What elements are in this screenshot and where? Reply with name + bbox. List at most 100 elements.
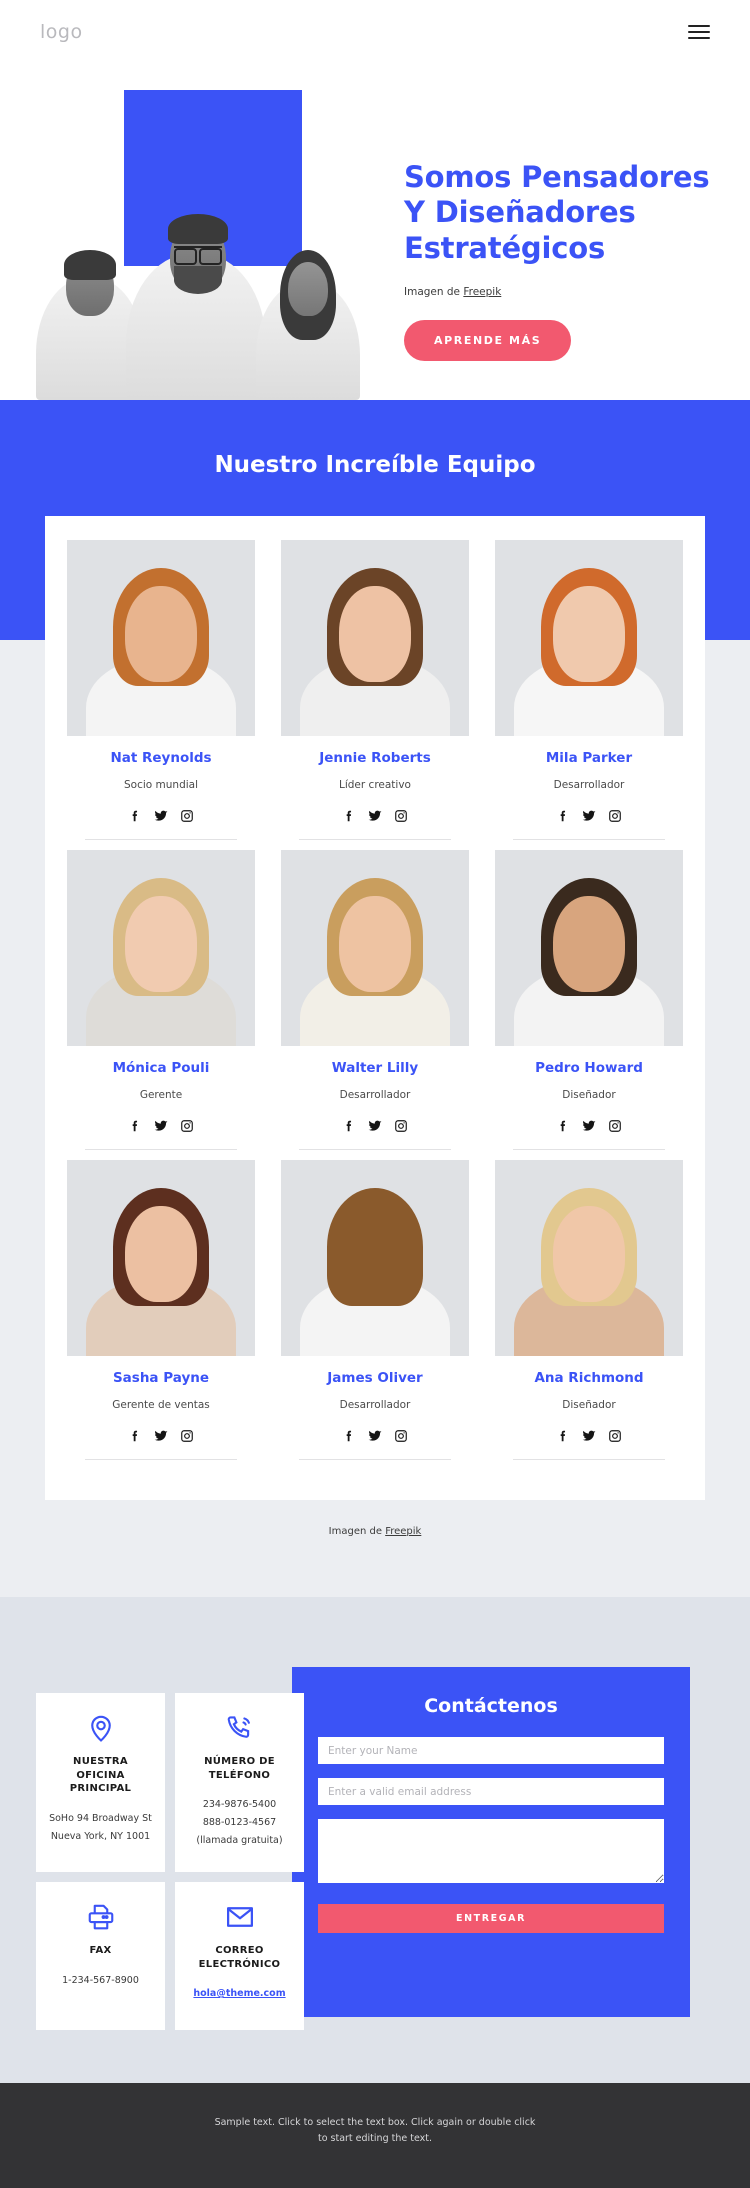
- facebook-icon[interactable]: [128, 1429, 142, 1443]
- member-divider: [299, 1459, 451, 1460]
- burger-line: [688, 25, 710, 27]
- hero-image-credit: Imagen de Freepik: [404, 286, 724, 298]
- team-member-card: Mila Parker Desarrollador: [495, 540, 683, 850]
- contact-info-line: SoHo 94 Broadway St: [49, 1812, 152, 1824]
- member-avatar: [281, 540, 469, 736]
- instagram-icon[interactable]: [608, 1119, 622, 1133]
- credit-link-freepik[interactable]: Freepik: [385, 1526, 421, 1537]
- member-name: James Oliver: [327, 1370, 423, 1386]
- facebook-icon[interactable]: [128, 809, 142, 823]
- twitter-icon[interactable]: [582, 1119, 596, 1133]
- member-divider: [513, 1459, 665, 1460]
- instagram-icon[interactable]: [180, 809, 194, 823]
- avatar-face: [553, 586, 625, 682]
- twitter-icon[interactable]: [582, 1429, 596, 1443]
- member-social-links: [67, 1429, 255, 1443]
- phone-icon: [187, 1713, 292, 1743]
- team-heading: Nuestro Increíble Equipo: [214, 452, 536, 478]
- member-avatar: [495, 1160, 683, 1356]
- member-avatar: [67, 850, 255, 1046]
- team-section: Nuestro Increíble Equipo Nat Reynolds So…: [0, 400, 750, 1597]
- member-name: Ana Richmond: [534, 1370, 644, 1386]
- submit-button[interactable]: ENTREGAR: [318, 1904, 664, 1933]
- member-role: Gerente: [139, 1089, 183, 1101]
- email-input[interactable]: [318, 1778, 664, 1805]
- twitter-icon[interactable]: [154, 809, 168, 823]
- glasses-icon: [174, 246, 222, 265]
- team-image-credit: Imagen de Freepik: [0, 1526, 750, 1537]
- member-avatar: [495, 540, 683, 736]
- logo[interactable]: logo: [40, 21, 83, 43]
- member-divider: [299, 1149, 451, 1150]
- member-divider: [85, 1149, 237, 1150]
- twitter-icon[interactable]: [582, 809, 596, 823]
- contact-info-title: FAX: [89, 1945, 112, 1957]
- contact-info-line: Nueva York, NY 1001: [50, 1830, 151, 1842]
- twitter-icon[interactable]: [368, 1429, 382, 1443]
- name-input[interactable]: [318, 1737, 664, 1764]
- twitter-icon[interactable]: [368, 809, 382, 823]
- team-member-card: Mónica Pouli Gerente: [67, 850, 255, 1160]
- member-role: Desarrollador: [553, 779, 625, 791]
- envelope-icon: [187, 1902, 292, 1932]
- member-name: Walter Lilly: [331, 1060, 419, 1076]
- hamburger-menu-icon[interactable]: [688, 21, 710, 43]
- avatar-face: [339, 896, 411, 992]
- team-member-card: Ana Richmond Diseñador: [495, 1160, 683, 1470]
- contact-info-title: CORREO ELECTRÓNICO: [198, 1945, 281, 1970]
- facebook-icon[interactable]: [342, 1429, 356, 1443]
- person-hair: [64, 250, 116, 280]
- hero-person-right: [256, 204, 360, 400]
- person-hair: [168, 214, 228, 244]
- facebook-icon[interactable]: [342, 809, 356, 823]
- member-social-links: [281, 1429, 469, 1443]
- site-footer: Sample text. Click to select the text bo…: [0, 2083, 750, 2188]
- message-textarea[interactable]: [318, 1819, 664, 1883]
- member-social-links: [281, 809, 469, 823]
- twitter-icon[interactable]: [154, 1429, 168, 1443]
- twitter-icon[interactable]: [368, 1119, 382, 1133]
- facebook-icon[interactable]: [342, 1119, 356, 1133]
- site-header: logo: [0, 0, 750, 64]
- instagram-icon[interactable]: [608, 809, 622, 823]
- credit-link-freepik[interactable]: Freepik: [463, 286, 501, 298]
- member-name: Nat Reynolds: [110, 750, 212, 766]
- facebook-icon[interactable]: [556, 1119, 570, 1133]
- twitter-icon[interactable]: [154, 1119, 168, 1133]
- hero-person-center: [126, 174, 266, 400]
- contact-info-card: NUESTRA OFICINA PRINCIPAL SoHo 94 Broadw…: [36, 1693, 165, 1873]
- avatar-face: [125, 586, 197, 682]
- email-link[interactable]: hola@theme.com: [193, 1988, 285, 1999]
- person-face: [288, 262, 328, 316]
- avatar-face: [553, 896, 625, 992]
- facebook-icon[interactable]: [556, 1429, 570, 1443]
- team-member-card: Nat Reynolds Socio mundial: [67, 540, 255, 850]
- member-divider: [85, 839, 237, 840]
- member-role: Socio mundial: [123, 779, 198, 791]
- team-member-card: Jennie Roberts Líder creativo: [281, 540, 469, 850]
- member-avatar: [67, 540, 255, 736]
- member-social-links: [281, 1119, 469, 1133]
- contact-info-card: NÚMERO DE TELÉFONO 234-9876-5400 888-0123…: [175, 1693, 304, 1873]
- instagram-icon[interactable]: [180, 1429, 194, 1443]
- contact-info-lines: 234-9876-5400 888-0123-4567 (llamada grat…: [187, 1796, 292, 1850]
- contact-info-title: NÚMERO DE TELÉFONO: [204, 1756, 275, 1781]
- facebook-icon[interactable]: [556, 809, 570, 823]
- instagram-icon[interactable]: [394, 1429, 408, 1443]
- instagram-icon[interactable]: [394, 809, 408, 823]
- member-social-links: [495, 1119, 683, 1133]
- team-grid: Nat Reynolds Socio mundial Jennie Robert…: [67, 540, 683, 1470]
- member-name: Jennie Roberts: [319, 750, 431, 766]
- instagram-icon[interactable]: [180, 1119, 194, 1133]
- member-role: Desarrollador: [339, 1399, 411, 1411]
- team-member-card: James Oliver Desarrollador: [281, 1160, 469, 1470]
- learn-more-button[interactable]: APRENDE MÁS: [404, 320, 572, 362]
- team-member-card: Walter Lilly Desarrollador: [281, 850, 469, 1160]
- member-social-links: [495, 1429, 683, 1443]
- facebook-icon[interactable]: [128, 1119, 142, 1133]
- avatar-face: [339, 1206, 411, 1302]
- printer-icon: [48, 1902, 153, 1932]
- instagram-icon[interactable]: [394, 1119, 408, 1133]
- team-card-panel: Nat Reynolds Socio mundial Jennie Robert…: [45, 516, 705, 1500]
- instagram-icon[interactable]: [608, 1429, 622, 1443]
